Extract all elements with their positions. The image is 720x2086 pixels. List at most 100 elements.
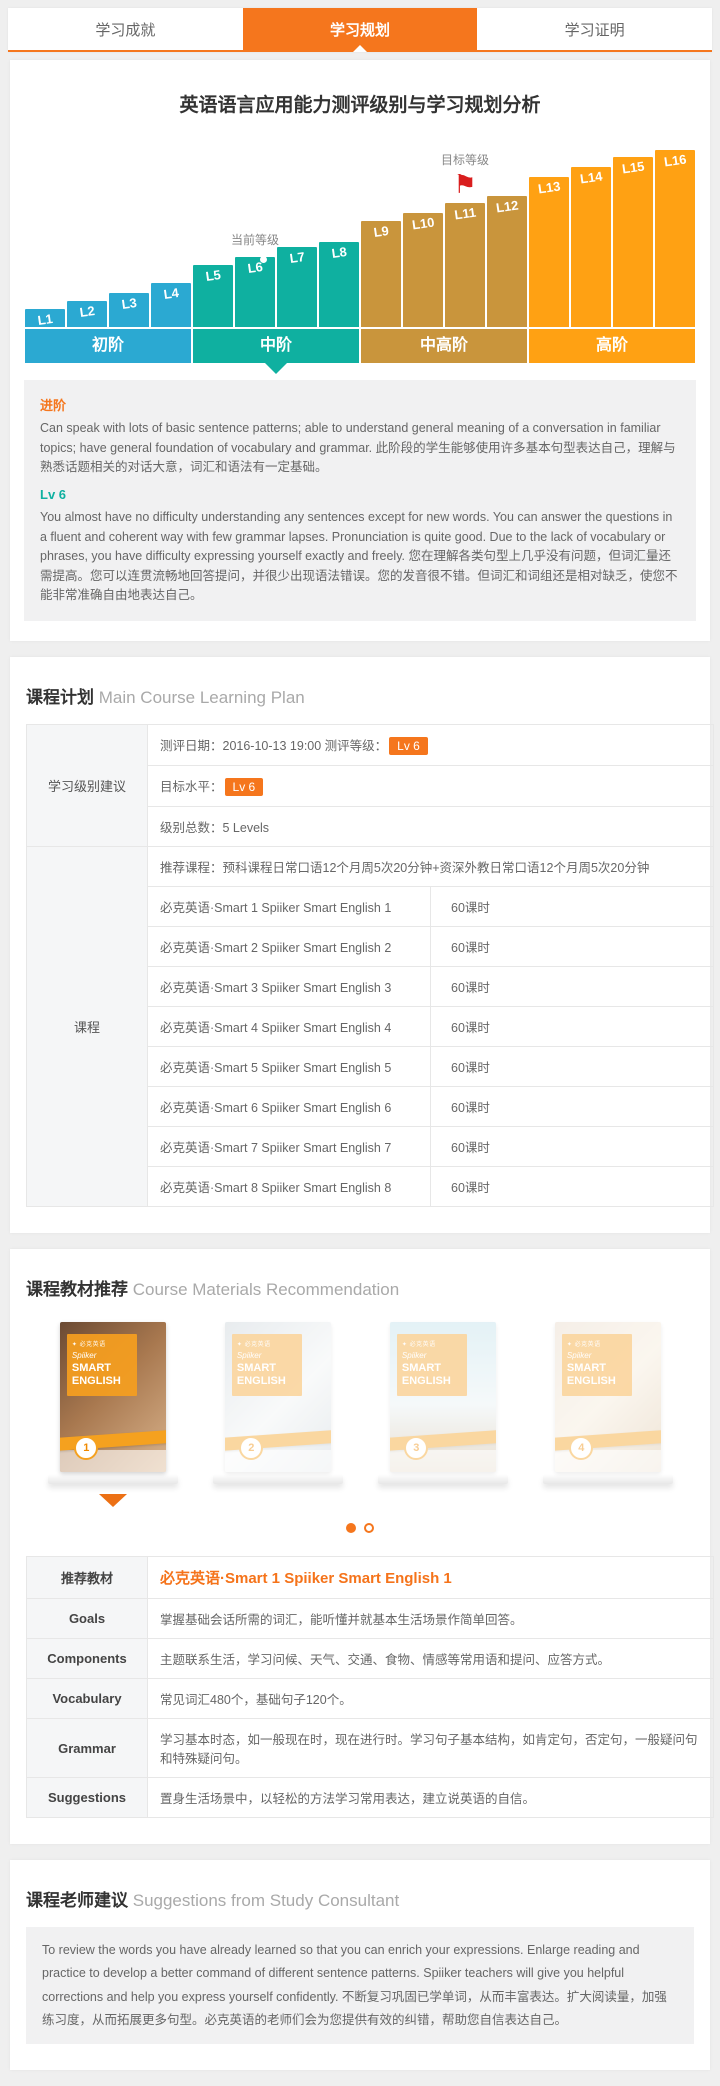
consultant-heading-en: Suggestions from Study Consultant [133, 1891, 399, 1910]
level-bar-l10: L10 [403, 213, 443, 327]
stage-pointer-row [25, 363, 695, 376]
level-bar-label: L2 [66, 298, 108, 321]
book-title-label: SMART ENGLISH [402, 1362, 462, 1388]
table-row: 学习级别建议测评日期：2016-10-13 19:00 测评等级：Lv 6 [27, 725, 714, 766]
detail-value-cell: 主题联系生活，学习问候、天气、交通、食物、情感等常用语和提问、应答方式。 [148, 1639, 714, 1679]
book-cover-1[interactable]: ✦ 必克英语SpiikerSMART ENGLISH1 [60, 1322, 166, 1472]
book-title-panel: ✦ 必克英语SpiikerSMART ENGLISH [397, 1334, 467, 1395]
level-bar-label: L9 [360, 218, 402, 241]
level-bar-label: L7 [276, 244, 318, 267]
book-cover-4[interactable]: ✦ 必克英语SpiikerSMART ENGLISH4 [555, 1322, 661, 1472]
course-name-cell: 必克英语·Smart 4 Spiiker Smart English 4 [148, 1007, 431, 1047]
book-title-panel: ✦ 必克英语SpiikerSMART ENGLISH [67, 1334, 137, 1395]
materials-heading-en: Course Materials Recommendation [133, 1280, 399, 1299]
stage-text: Can speak with lots of basic sentence pa… [40, 419, 680, 477]
book-brand-logo: ✦ 必克英语 [402, 1339, 462, 1348]
detail-label-cell: Suggestions [27, 1778, 148, 1818]
carousel-pager [10, 1512, 710, 1554]
table-row: Components主题联系生活，学习问候、天气、交通、食物、情感等常用语和提问… [27, 1639, 714, 1679]
detail-value-cell: 置身生活场景中，以轻松的方法学习常用表达，建立说英语的自信。 [148, 1778, 714, 1818]
book-shelf [213, 1475, 343, 1484]
table-row: Goals掌握基础会话所需的词汇，能听懂并就基本生活场景作简单回答。 [27, 1599, 714, 1639]
book-title-label: SMART ENGLISH [72, 1362, 132, 1388]
level-bar-label: L4 [150, 280, 192, 303]
book-shelf [378, 1475, 508, 1484]
table-row: Vocabulary常见词汇480个，基础句子120个。 [27, 1679, 714, 1719]
tab-certificate[interactable]: 学习证明 [477, 8, 712, 50]
level-bar-label: L14 [570, 164, 612, 187]
book-slot-1: ✦ 必克英语SpiikerSMART ENGLISH1 [30, 1322, 195, 1484]
plan-table: 学习级别建议测评日期：2016-10-13 19:00 测评等级：Lv 6 目标水… [26, 724, 714, 1207]
course-plan-heading-en: Main Course Learning Plan [99, 688, 305, 707]
level-bars: L1L2L3L4L5L6L7L8L9L10L11L12L13L14L15L16当… [24, 137, 696, 327]
current-level-marker: 当前等级 [231, 231, 279, 251]
stage-band: 初阶中阶中高阶高阶 [24, 329, 696, 363]
consultant-text: To review the words you have already lea… [26, 1927, 694, 2044]
advice-text: 目标水平： [160, 780, 223, 794]
level-bar-l12: L12 [487, 196, 527, 327]
detail-value-cell: 必克英语·Smart 1 Spiiker Smart English 1 [148, 1557, 714, 1599]
recommend-course-cell: 推荐课程：预科课程日常口语12个月周5次20分钟+资深外教日常口语12个月周5次… [148, 847, 714, 887]
level-bar-label: L8 [318, 239, 360, 262]
stage-l1-l4: 初阶 [25, 329, 191, 363]
pager-dot-1[interactable] [346, 1523, 356, 1533]
materials-card: 课程教材推荐 Course Materials Recommendation ✦… [10, 1249, 710, 1844]
detail-label-cell: 推荐教材 [27, 1557, 148, 1599]
level-bar-l8: L8 [319, 242, 359, 327]
book-slot-2: ✦ 必克英语SpiikerSMART ENGLISH2 [195, 1322, 360, 1484]
target-level-flag-icon: ⚑ [441, 171, 489, 197]
stage-l13-l16: 高阶 [529, 329, 695, 363]
course-name-cell: 必克英语·Smart 3 Spiiker Smart English 3 [148, 967, 431, 1007]
level-bar-l15: L15 [613, 157, 653, 327]
course-name-cell: 必克英语·Smart 5 Spiiker Smart English 5 [148, 1047, 431, 1087]
book-cover-2[interactable]: ✦ 必克英语SpiikerSMART ENGLISH2 [225, 1322, 331, 1472]
book-title-label: SMART ENGLISH [567, 1362, 627, 1388]
level-bar-l4: L4 [151, 283, 191, 327]
level-bar-l14: L14 [571, 167, 611, 327]
level-advice-header-cell: 学习级别建议 [27, 725, 148, 847]
level-bar-l16: L16 [655, 150, 695, 327]
book-slot-3: ✦ 必克英语SpiikerSMART ENGLISH3 [360, 1322, 525, 1484]
consultant-heading: 课程老师建议 Suggestions from Study Consultant [10, 1860, 710, 1925]
book-cover-3[interactable]: ✦ 必克英语SpiikerSMART ENGLISH3 [390, 1322, 496, 1472]
pager-dot-2[interactable] [364, 1523, 374, 1533]
assessment-description: 进阶 Can speak with lots of basic sentence… [24, 380, 696, 621]
detail-value-cell: 掌握基础会话所需的词汇，能听懂并就基本生活场景作简单回答。 [148, 1599, 714, 1639]
detail-label-cell: Goals [27, 1599, 148, 1639]
book-series-label: Spiiker [237, 1351, 297, 1360]
selected-book-pointer-icon [99, 1494, 127, 1507]
target-level-label: 目标等级 [441, 151, 489, 168]
table-row: 课程推荐课程：预科课程日常口语12个月周5次20分钟+资深外教日常口语12个月周… [27, 847, 714, 887]
level-bar-label: L6 [234, 254, 276, 277]
detail-value-cell: 常见词汇480个，基础句子120个。 [148, 1679, 714, 1719]
level-bar-l7: L7 [277, 247, 317, 327]
course-name-cell: 必克英语·Smart 1 Spiiker Smart English 1 [148, 887, 431, 927]
course-plan-heading: 课程计划 Main Course Learning Plan [10, 657, 710, 722]
level-stairs-chart: L1L2L3L4L5L6L7L8L9L10L11L12L13L14L15L16当… [10, 137, 710, 376]
advice-text: 级别总数：5 Levels [160, 821, 269, 835]
course-header-cell: 课程 [27, 847, 148, 1207]
book-series-label: Spiiker [567, 1351, 627, 1360]
course-hours-cell: 60课时 [431, 1167, 714, 1207]
advice-text: 测评日期：2016-10-13 19:00 测评等级： [160, 739, 387, 753]
course-hours-cell: 60课时 [431, 1007, 714, 1047]
level-bar-label: L13 [528, 174, 570, 197]
advice-cell: 测评日期：2016-10-13 19:00 测评等级：Lv 6 [148, 725, 714, 766]
detail-label-cell: Vocabulary [27, 1679, 148, 1719]
tab-bar: 学习成就学习规划学习证明 [8, 8, 712, 52]
tab-achievements[interactable]: 学习成就 [8, 8, 243, 50]
materials-heading-cn: 课程教材推荐 [26, 1280, 128, 1299]
detail-value-cell: 学习基本时态，如一般现在时，现在进行时。学习句子基本结构，如肯定句，否定句，一般… [148, 1719, 714, 1778]
book-brand-logo: ✦ 必克英语 [237, 1339, 297, 1348]
level-bar-label: L10 [402, 210, 444, 233]
stage-pointer-icon [265, 363, 287, 374]
level-bar-label: L3 [108, 290, 150, 313]
course-hours-cell: 60课时 [431, 1127, 714, 1167]
stage-l5-l8: 中阶 [193, 329, 359, 363]
level-bar-label: L1 [24, 306, 66, 329]
page-title: 英语语言应用能力测评级别与学习规划分析 [10, 60, 710, 137]
level-bar-label: L5 [192, 262, 234, 285]
tab-plan[interactable]: 学习规划 [243, 8, 478, 50]
detail-label-cell: Components [27, 1639, 148, 1679]
book-title-label: SMART ENGLISH [237, 1362, 297, 1388]
